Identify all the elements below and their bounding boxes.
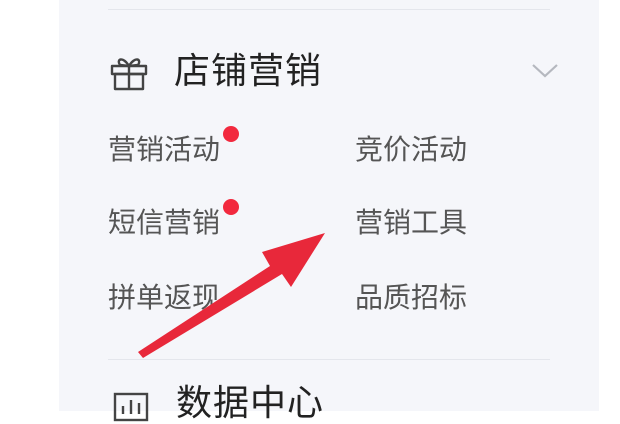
- chevron-down-icon[interactable]: [530, 58, 560, 82]
- menu-item-label: 营销工具: [355, 206, 468, 239]
- menu-item-label: 营销活动: [108, 133, 221, 166]
- section-title: 店铺营销: [174, 51, 323, 92]
- menu-item-label: 短信营销: [108, 206, 221, 239]
- menu-item-marketing-activity[interactable]: 营销活动: [108, 126, 240, 166]
- divider: [108, 9, 550, 10]
- notification-dot: [223, 126, 240, 142]
- gift-icon: [110, 58, 148, 91]
- notification-dot: [223, 199, 240, 215]
- menu-item-label: 拼单返现: [108, 281, 221, 314]
- divider: [108, 359, 550, 360]
- section-header-data-center[interactable]: 数据中心: [110, 384, 324, 424]
- section-header-store-marketing[interactable]: 店铺营销: [108, 46, 560, 98]
- menu-item-marketing-tools[interactable]: 营销工具: [355, 209, 467, 237]
- menu-item-bidding-activity[interactable]: 竞价活动: [355, 136, 467, 164]
- menu-item-label: 竞价活动: [355, 133, 468, 166]
- menu-item-label: 品质招标: [355, 281, 468, 314]
- data-icon: [113, 392, 149, 422]
- menu-item-group-cashback[interactable]: 拼单返现: [108, 284, 220, 312]
- section-title: 数据中心: [176, 383, 325, 424]
- menu-item-quality-bidding[interactable]: 品质招标: [355, 284, 467, 312]
- menu-item-sms-marketing[interactable]: 短信营销: [108, 199, 240, 239]
